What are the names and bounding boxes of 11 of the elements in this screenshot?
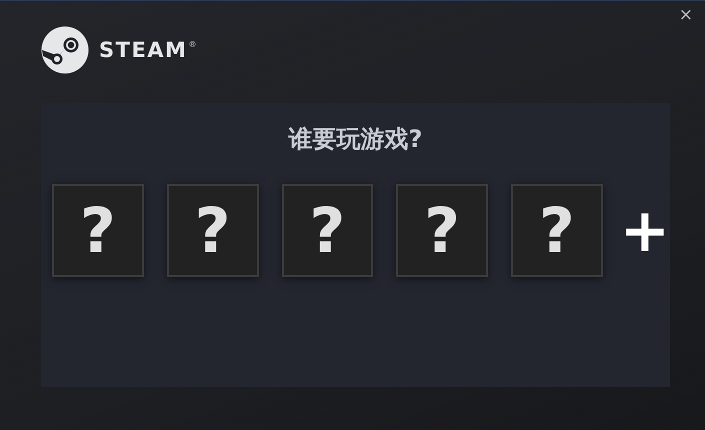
profile-tile[interactable]: ? [166, 184, 258, 277]
profile-tile[interactable]: ? [396, 184, 488, 277]
profile-tile[interactable]: ? [52, 184, 144, 277]
profile-tile[interactable]: ? [282, 184, 374, 277]
close-button[interactable]: × [674, 4, 697, 26]
add-profile-button[interactable]: + [620, 206, 670, 256]
registered-mark: ® [188, 40, 196, 49]
logo-text: STEAM [99, 38, 188, 62]
profile-tile[interactable]: ? [511, 184, 603, 277]
steam-logo-icon [41, 26, 89, 74]
panel-title: 谁要玩游戏? [287, 124, 424, 155]
